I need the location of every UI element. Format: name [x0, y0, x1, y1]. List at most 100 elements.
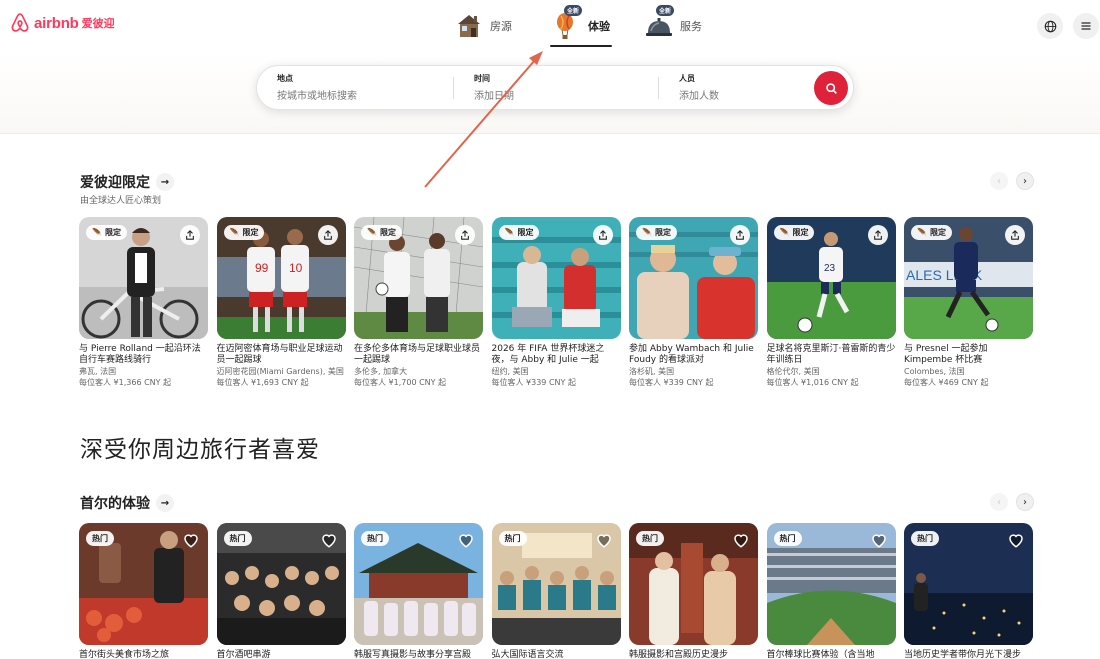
arrow-right-icon[interactable]: →	[156, 494, 174, 512]
card-image: 🪶 限定	[354, 217, 483, 339]
badge-label: 限定	[379, 228, 396, 237]
card-image: 热门	[904, 523, 1033, 645]
chevron-right-icon[interactable]: ›	[1016, 172, 1034, 190]
popular-badge: 热门	[911, 531, 939, 546]
card-image: 热门	[491, 523, 621, 645]
experience-card[interactable]: 🪶 限定 2026 年 FIFA 世界杯球迷之夜，与 Abby 和 Julie 一…	[491, 217, 621, 388]
heart-icon[interactable]	[457, 531, 475, 549]
sparkle-icon: 🪶	[917, 228, 927, 237]
heart-icon[interactable]	[1007, 531, 1025, 549]
experience-card[interactable]: 热门 首尔棒球比赛体验（含当地	[766, 523, 896, 659]
heart-icon[interactable]	[182, 531, 200, 549]
card-title: 与 Pierre Rolland 一起沿环法自行车赛路线骑行	[79, 344, 201, 365]
card-image: 99 10 🪶 限定	[216, 217, 346, 339]
nav-experiences[interactable]: 全新 体验	[544, 5, 618, 47]
card-location: 迈阿密花园(Miami Gardens), 美国	[216, 367, 344, 376]
share-button[interactable]	[317, 225, 338, 245]
where-field[interactable]: 地点 按城市或地标搜索	[257, 66, 453, 109]
card-image: 🪶 限定	[491, 217, 621, 339]
svg-text:10: 10	[289, 261, 303, 275]
category-nav: 房源 全新 体验 全新 服务	[446, 5, 710, 47]
card-title: 2026 年 FIFA 世界杯球迷之夜，与 Abby 和 Julie 一起	[491, 344, 605, 365]
menu-button[interactable]	[1073, 13, 1099, 39]
experience-card[interactable]: 23 🪶 限定 足球名将克里斯汀·普雷斯的青少年训练日 格伦代尔, 美国 每位客人…	[766, 217, 896, 388]
badge-label: 热门	[367, 534, 383, 543]
share-button[interactable]	[455, 225, 475, 245]
brand-name-cn: 爱彼迎	[81, 17, 115, 30]
card-price: 每位客人 ¥339 CNY 起	[629, 378, 714, 387]
svg-text:99: 99	[255, 261, 269, 275]
experience-card[interactable]: 热门 首尔街头美食市场之旅	[79, 523, 208, 659]
heart-icon[interactable]	[595, 531, 613, 549]
sparkle-icon: 🪶	[642, 228, 652, 237]
card-title: 弘大国际语言交流	[491, 650, 564, 659]
sparkle-icon: 🪶	[229, 228, 240, 237]
airbnb-logo-icon	[11, 13, 29, 32]
experience-card[interactable]: ALES LEUK 🪶 限定 与 Presnel 一起参加 Kimpembe 杯比…	[904, 217, 1033, 388]
originals-badge: 🪶 限定	[911, 225, 952, 240]
share-button[interactable]	[730, 225, 750, 245]
heart-icon[interactable]	[320, 531, 338, 549]
airbnb-logo[interactable]: airbnb 爱彼迎	[9, 12, 115, 34]
where-placeholder: 按城市或地标搜索	[277, 91, 357, 102]
card-title: 足球名将克里斯汀·普雷斯的青少年训练日	[766, 344, 896, 365]
experience-card[interactable]: 🪶 限定 在多伦多体育场与足球职业球员一起踢球 多伦多, 加拿大 每位客人 ¥1,…	[354, 217, 483, 388]
search-button[interactable]	[814, 71, 848, 105]
card-title: 在多伦多体育场与足球职业球员一起踢球	[354, 344, 481, 365]
card-title: 参加 Abby Wambach 和 Julie Foudy 的看球派对	[629, 344, 754, 365]
experience-card[interactable]: 99 10 🪶 限定 在迈阿密体育场与职业足球运动员一起踢球 迈阿密花园(Miam…	[216, 217, 346, 388]
where-title: 地点	[277, 74, 293, 83]
section-originals-title[interactable]: 爱彼迎限定 →	[80, 172, 174, 192]
experience-card[interactable]: 热门 韩服摄影和宫殿历史漫步	[629, 523, 758, 659]
card-location: 弗瓦, 法国	[79, 367, 117, 376]
date-field[interactable]: 时间 添加日期	[454, 66, 658, 109]
badge-label: 热门	[504, 534, 521, 543]
card-location: 多伦多, 加拿大	[354, 367, 408, 376]
experience-card[interactable]: 热门 首尔酒吧串游	[216, 523, 346, 659]
originals-badge: 🪶 限定	[498, 225, 540, 240]
experience-card[interactable]: 🪶 限定 参加 Abby Wambach 和 Julie Foudy 的看球派对 …	[629, 217, 758, 388]
experience-card[interactable]: 热门 韩服写真摄影与故事分享宫殿	[354, 523, 483, 659]
share-button[interactable]	[592, 225, 613, 245]
nav-homes[interactable]: 房源	[446, 8, 520, 44]
arrow-right-icon[interactable]: →	[156, 173, 174, 191]
chevron-left-icon[interactable]: ‹	[990, 493, 1008, 511]
nav-label: 体验	[588, 20, 610, 33]
experience-card[interactable]: 热门 弘大国际语言交流	[491, 523, 621, 659]
badge-label: 限定	[654, 228, 671, 237]
section-seoul-title[interactable]: 首尔的体验 →	[80, 493, 174, 513]
guests-placeholder: 添加人数	[679, 91, 719, 102]
originals-badge: 🪶 限定	[361, 225, 402, 240]
card-title: 首尔棒球比赛体验（含当地	[766, 650, 875, 659]
language-button[interactable]	[1037, 13, 1063, 39]
chevron-right-icon[interactable]: ›	[1016, 493, 1034, 511]
share-icon	[461, 230, 469, 240]
heart-icon[interactable]	[870, 531, 888, 549]
sparkle-icon: 🪶	[367, 228, 377, 237]
heart-icon[interactable]	[732, 531, 750, 549]
search-icon	[825, 82, 837, 94]
seoul-pager: ‹ ›	[990, 493, 1034, 511]
card-image: 热门	[79, 523, 208, 645]
guests-field[interactable]: 人员 添加人数	[659, 66, 809, 109]
globe-icon	[1044, 20, 1056, 32]
experience-card[interactable]: 🪶 限定 与 Pierre Rolland 一起沿环法自行车赛路线骑行 弗瓦, 法…	[79, 217, 208, 388]
share-button[interactable]	[867, 225, 888, 245]
chevron-left-icon[interactable]: ‹	[990, 172, 1008, 190]
card-title: 首尔街头美食市场之旅	[79, 650, 170, 659]
nav-services[interactable]: 全新 服务	[636, 5, 710, 44]
share-button[interactable]	[1005, 225, 1025, 245]
experience-card[interactable]: 热门 当地历史学者带你月光下漫步	[904, 523, 1033, 659]
nav-label: 房源	[490, 20, 512, 33]
popular-badge: 热门	[773, 531, 802, 546]
share-button[interactable]	[180, 225, 200, 245]
share-icon	[186, 230, 194, 240]
popular-badge: 热门	[223, 531, 252, 546]
sparkle-icon: 🪶	[92, 228, 102, 237]
card-price: 每位客人 ¥339 CNY 起	[491, 378, 576, 387]
card-image: 🪶 限定	[629, 217, 758, 339]
originals-pager: ‹ ›	[990, 172, 1034, 190]
card-price: 每位客人 ¥469 CNY 起	[904, 378, 989, 387]
card-price: 每位客人 ¥1,366 CNY 起	[79, 378, 172, 387]
guests-title: 人员	[679, 74, 695, 83]
